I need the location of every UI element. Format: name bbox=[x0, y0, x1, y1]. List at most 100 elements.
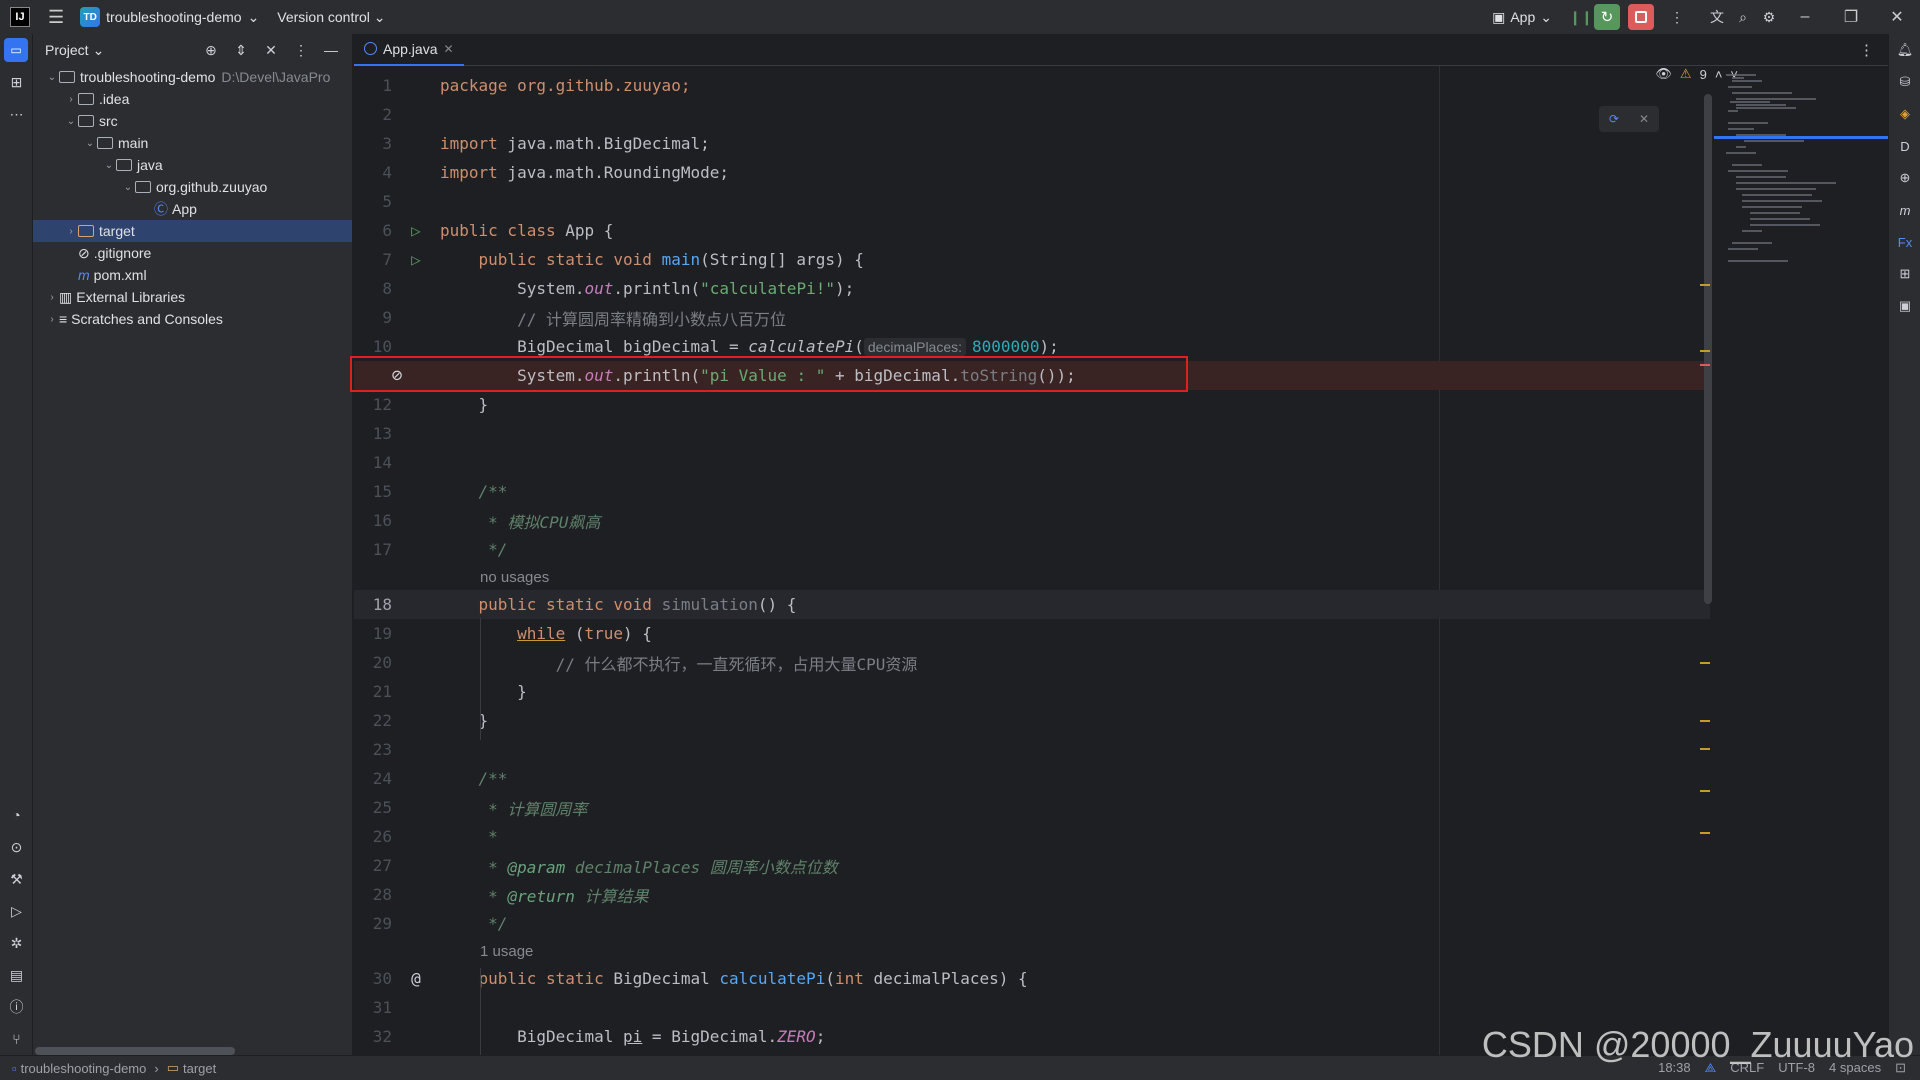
services-icon[interactable]: ⊙ bbox=[0, 831, 33, 863]
debug-icon[interactable]: ✲ bbox=[0, 927, 33, 959]
minimap[interactable] bbox=[1714, 66, 1888, 346]
vertical-scrollbar[interactable] bbox=[1704, 94, 1712, 604]
profiler-icon[interactable]: ◔ bbox=[0, 799, 33, 831]
project-tool-icon[interactable]: ▭ bbox=[4, 38, 28, 62]
code-line[interactable]: 20 // 什么都不执行，一直死循环，占用大量CPU资源 bbox=[354, 648, 1710, 677]
code-line[interactable]: 13 bbox=[354, 419, 1710, 448]
settings-icon[interactable]: ⚙ bbox=[1756, 4, 1782, 30]
locate-icon[interactable]: ⊕ bbox=[198, 37, 224, 63]
reload-icon[interactable]: ⟳ bbox=[1609, 112, 1619, 126]
horizontal-scrollbar[interactable] bbox=[35, 1047, 235, 1055]
error-stripe-mark[interactable] bbox=[1700, 832, 1710, 834]
intellij-logo-icon[interactable]: IJ bbox=[10, 7, 30, 27]
maven-icon[interactable]: m bbox=[1889, 194, 1920, 226]
code-line[interactable]: 9 // 计算圆周率精确到小数点八百万位 bbox=[354, 303, 1710, 332]
code-area[interactable]: 1 package org.github.zuuyao; 2 3 import java… bbox=[350, 66, 1888, 1068]
eye-icon[interactable]: 👁 bbox=[1655, 66, 1672, 82]
run-config-selector[interactable]: ▣ App ⌄ bbox=[1492, 9, 1552, 26]
code-line[interactable]: 18 public static void simulation() { bbox=[354, 590, 1710, 619]
code-line[interactable]: 8 System.out.println("calculatePi!"); bbox=[354, 274, 1710, 303]
error-stripe-mark[interactable] bbox=[1700, 350, 1710, 352]
notifications-icon[interactable]: 🔔︎ bbox=[1889, 34, 1920, 66]
d-tool-icon[interactable]: D bbox=[1889, 130, 1920, 162]
code-line[interactable]: 30 @ public static BigDecimal calculatePi… bbox=[354, 964, 1710, 993]
code-line[interactable]: 4 import java.math.RoundingMode; bbox=[354, 158, 1710, 187]
tree-item[interactable]: › target bbox=[33, 220, 352, 242]
code-line[interactable]: 23 bbox=[354, 735, 1710, 764]
chevron-right-icon[interactable]: › bbox=[64, 94, 78, 105]
problems-icon[interactable]: ⓘ bbox=[0, 991, 33, 1023]
code-line[interactable]: 1 package org.github.zuuyao; bbox=[354, 71, 1710, 100]
minimap-viewport[interactable] bbox=[1714, 136, 1888, 139]
chevron-down-icon[interactable]: ⌄ bbox=[64, 116, 78, 127]
error-stripe-mark[interactable] bbox=[1700, 662, 1710, 664]
code-line[interactable]: 12 } bbox=[354, 390, 1710, 419]
breadcrumb-target[interactable]: target bbox=[183, 1061, 216, 1076]
structure-tool-icon[interactable]: ⊞ bbox=[0, 66, 33, 98]
code-line[interactable]: 29 */ bbox=[354, 909, 1710, 938]
error-stripe-mark[interactable] bbox=[1700, 284, 1710, 286]
breadcrumb-project[interactable]: troubleshooting-demo bbox=[21, 1061, 147, 1076]
plugin-icon[interactable]: ◈ bbox=[1889, 98, 1920, 130]
database-icon[interactable]: ⛁ bbox=[1889, 66, 1920, 98]
error-stripe-mark[interactable] bbox=[1700, 364, 1710, 366]
code-line[interactable]: 14 bbox=[354, 448, 1710, 477]
error-stripe-mark[interactable] bbox=[1700, 790, 1710, 792]
tree-item[interactable]: › .idea bbox=[33, 88, 352, 110]
code-line[interactable]: 21 } bbox=[354, 677, 1710, 706]
search-icon[interactable]: ⌕ bbox=[1730, 4, 1756, 30]
close-window-button[interactable]: ✕ bbox=[1874, 7, 1920, 27]
close-tab-icon[interactable]: ✕ bbox=[443, 42, 453, 56]
code-line[interactable]: 24 /** bbox=[354, 764, 1710, 793]
code-line[interactable]: 16 * 模拟CPU飙高 bbox=[354, 506, 1710, 535]
error-stripe-mark[interactable] bbox=[1700, 748, 1710, 750]
translate-icon[interactable]: 文 bbox=[1704, 4, 1730, 30]
terminal-icon[interactable]: ▤ bbox=[0, 959, 33, 991]
tab-app-java[interactable]: App.java ✕ bbox=[354, 34, 464, 66]
tree-item[interactable]: ⌄ org.github.zuuyao bbox=[33, 176, 352, 198]
code-line[interactable]: 15 /** bbox=[354, 477, 1710, 506]
run-icon[interactable]: ▷ bbox=[0, 895, 33, 927]
bookmark-icon[interactable]: ▣ bbox=[1889, 290, 1920, 322]
chevron-right-icon[interactable]: › bbox=[64, 226, 78, 237]
tree-item[interactable]: m pom.xml bbox=[33, 264, 352, 286]
version-control-menu[interactable]: Version control ⌄ bbox=[277, 9, 385, 26]
tree-item[interactable]: ⌄ java bbox=[33, 154, 352, 176]
chevron-right-icon[interactable]: › bbox=[45, 292, 59, 303]
tree-item[interactable]: › ≡ Scratches and Consoles bbox=[33, 308, 352, 330]
error-stripe-mark[interactable] bbox=[1700, 720, 1710, 722]
more-tools-icon[interactable]: ⋯ bbox=[0, 98, 33, 130]
code-line[interactable]: 2 bbox=[354, 100, 1710, 129]
usage-hint[interactable]: no usages bbox=[480, 569, 549, 586]
code-line[interactable]: 17 */ bbox=[354, 535, 1710, 564]
close-icon[interactable]: ✕ bbox=[1639, 112, 1649, 126]
stop-button[interactable] bbox=[1628, 4, 1654, 30]
build-icon[interactable]: ⚒ bbox=[0, 863, 33, 895]
code-line[interactable]: 26 * bbox=[354, 822, 1710, 851]
collapse-all-icon[interactable]: ✕ bbox=[258, 37, 284, 63]
code-line[interactable]: 31 bbox=[354, 993, 1710, 1022]
tree-item[interactable]: ⌄ main bbox=[33, 132, 352, 154]
usage-hint[interactable]: 1 usage bbox=[480, 943, 533, 960]
code-line[interactable]: 19 while (true) { bbox=[354, 619, 1710, 648]
code-line[interactable]: 3 import java.math.BigDecimal; bbox=[354, 129, 1710, 158]
project-switcher[interactable]: TD troubleshooting-demo ⌄ bbox=[80, 7, 259, 27]
code-line[interactable]: 5 bbox=[354, 187, 1710, 216]
fx-icon[interactable]: Fx bbox=[1889, 226, 1920, 258]
chevron-down-icon[interactable]: ⌄ bbox=[102, 160, 116, 171]
hide-panel-icon[interactable]: — bbox=[318, 37, 344, 63]
code-line[interactable]: 25 * 计算圆周率 bbox=[354, 793, 1710, 822]
run-gutter-icon[interactable]: ▷ bbox=[411, 250, 421, 269]
chevron-down-icon[interactable]: ⌄ bbox=[93, 42, 105, 59]
tree-item[interactable]: ⊘ .gitignore bbox=[33, 242, 352, 264]
expand-all-icon[interactable]: ⇕ bbox=[228, 37, 254, 63]
chevron-down-icon[interactable]: ⌄ bbox=[121, 182, 135, 193]
git-icon[interactable]: ⑂ bbox=[0, 1023, 33, 1055]
chevron-down-icon[interactable]: ⌄ bbox=[83, 138, 97, 149]
tree-item[interactable]: ⌄ src bbox=[33, 110, 352, 132]
tree-item[interactable]: ⌄ troubleshooting-demo D:\Devel\JavaPro bbox=[33, 66, 352, 88]
code-line[interactable]: 7 ▷ public static void main(String[] args… bbox=[354, 245, 1710, 274]
more-icon[interactable]: ⋮ bbox=[1664, 4, 1690, 30]
tree-item[interactable]: Ⓒ App bbox=[33, 198, 352, 220]
code-line[interactable]: 28 * @return 计算结果 bbox=[354, 880, 1710, 909]
